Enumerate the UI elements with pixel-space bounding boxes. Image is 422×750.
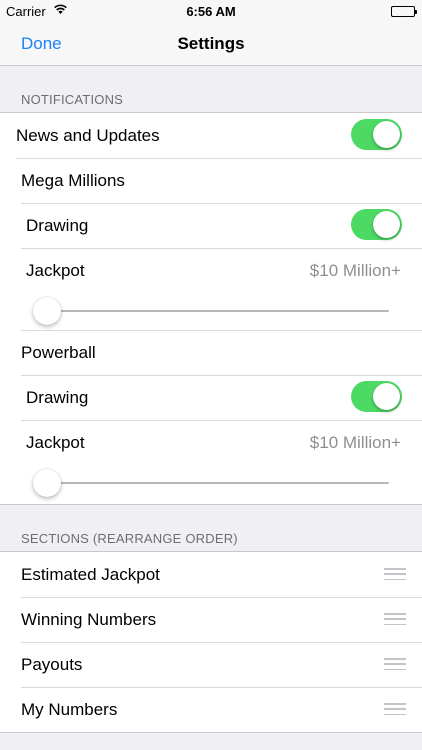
toggle-knob [373, 121, 400, 148]
section-item[interactable]: Estimated Jackpot [0, 552, 422, 598]
reorder-handle-icon[interactable] [384, 613, 406, 625]
reorder-handle-icon[interactable] [384, 658, 406, 670]
navigation-bar: Done Settings [0, 22, 422, 66]
powerball-drawing-label: Drawing [26, 388, 89, 407]
mega-millions-drawing-label: Drawing [26, 216, 89, 235]
mega-millions-row: Mega Millions [0, 158, 422, 204]
page-title: Settings [177, 34, 245, 53]
toggle-knob [373, 383, 400, 410]
powerball-jackpot-row: Jackpot $10 Million+ [0, 420, 422, 464]
slider-track [35, 310, 389, 312]
mega-millions-jackpot-value: $10 Million+ [309, 261, 401, 280]
section-item[interactable]: Payouts [0, 642, 422, 688]
powerball-drawing-row: Drawing [0, 375, 422, 421]
section-item-label: Estimated Jackpot [21, 565, 160, 584]
news-updates-label: News and Updates [16, 126, 160, 145]
reorder-handle-icon[interactable] [384, 568, 406, 580]
news-updates-toggle[interactable] [351, 119, 402, 150]
section-item-label: Winning Numbers [21, 610, 157, 629]
status-bar: Carrier 6:56 AM [0, 0, 422, 22]
mega-millions-label: Mega Millions [21, 171, 125, 190]
notifications-section-header: NOTIFICATIONS [21, 92, 124, 107]
battery-icon [391, 6, 417, 17]
section-item[interactable]: My Numbers [0, 687, 422, 732]
notifications-group: News and Updates Mega Millions Drawing J… [0, 112, 422, 505]
powerball-row: Powerball [0, 330, 422, 376]
slider-track [35, 482, 389, 484]
section-item-label: My Numbers [21, 700, 118, 719]
mega-millions-jackpot-slider[interactable] [0, 292, 422, 331]
section-item[interactable]: Winning Numbers [0, 597, 422, 643]
status-time: 6:56 AM [186, 4, 236, 19]
powerball-jackpot-label: Jackpot [26, 433, 85, 452]
mega-millions-jackpot-row: Jackpot $10 Million+ [0, 248, 422, 292]
news-updates-row: News and Updates [0, 113, 422, 159]
slider-thumb[interactable] [33, 469, 61, 497]
slider-thumb[interactable] [33, 297, 61, 325]
powerball-jackpot-value: $10 Million+ [309, 433, 401, 452]
toggle-knob [373, 211, 400, 238]
mega-millions-jackpot-label: Jackpot [26, 261, 85, 280]
powerball-drawing-toggle[interactable] [351, 381, 402, 412]
powerball-jackpot-slider[interactable] [0, 464, 422, 504]
sections-section-header: SECTIONS (REARRANGE ORDER) [21, 531, 238, 546]
section-item-label: Payouts [21, 655, 83, 674]
mega-millions-drawing-toggle[interactable] [351, 209, 402, 240]
mega-millions-drawing-row: Drawing [0, 203, 422, 249]
sections-group: Estimated Jackpot Winning Numbers Payouts M… [0, 551, 422, 733]
reorder-handle-icon[interactable] [384, 703, 406, 715]
powerball-label: Powerball [21, 343, 96, 362]
